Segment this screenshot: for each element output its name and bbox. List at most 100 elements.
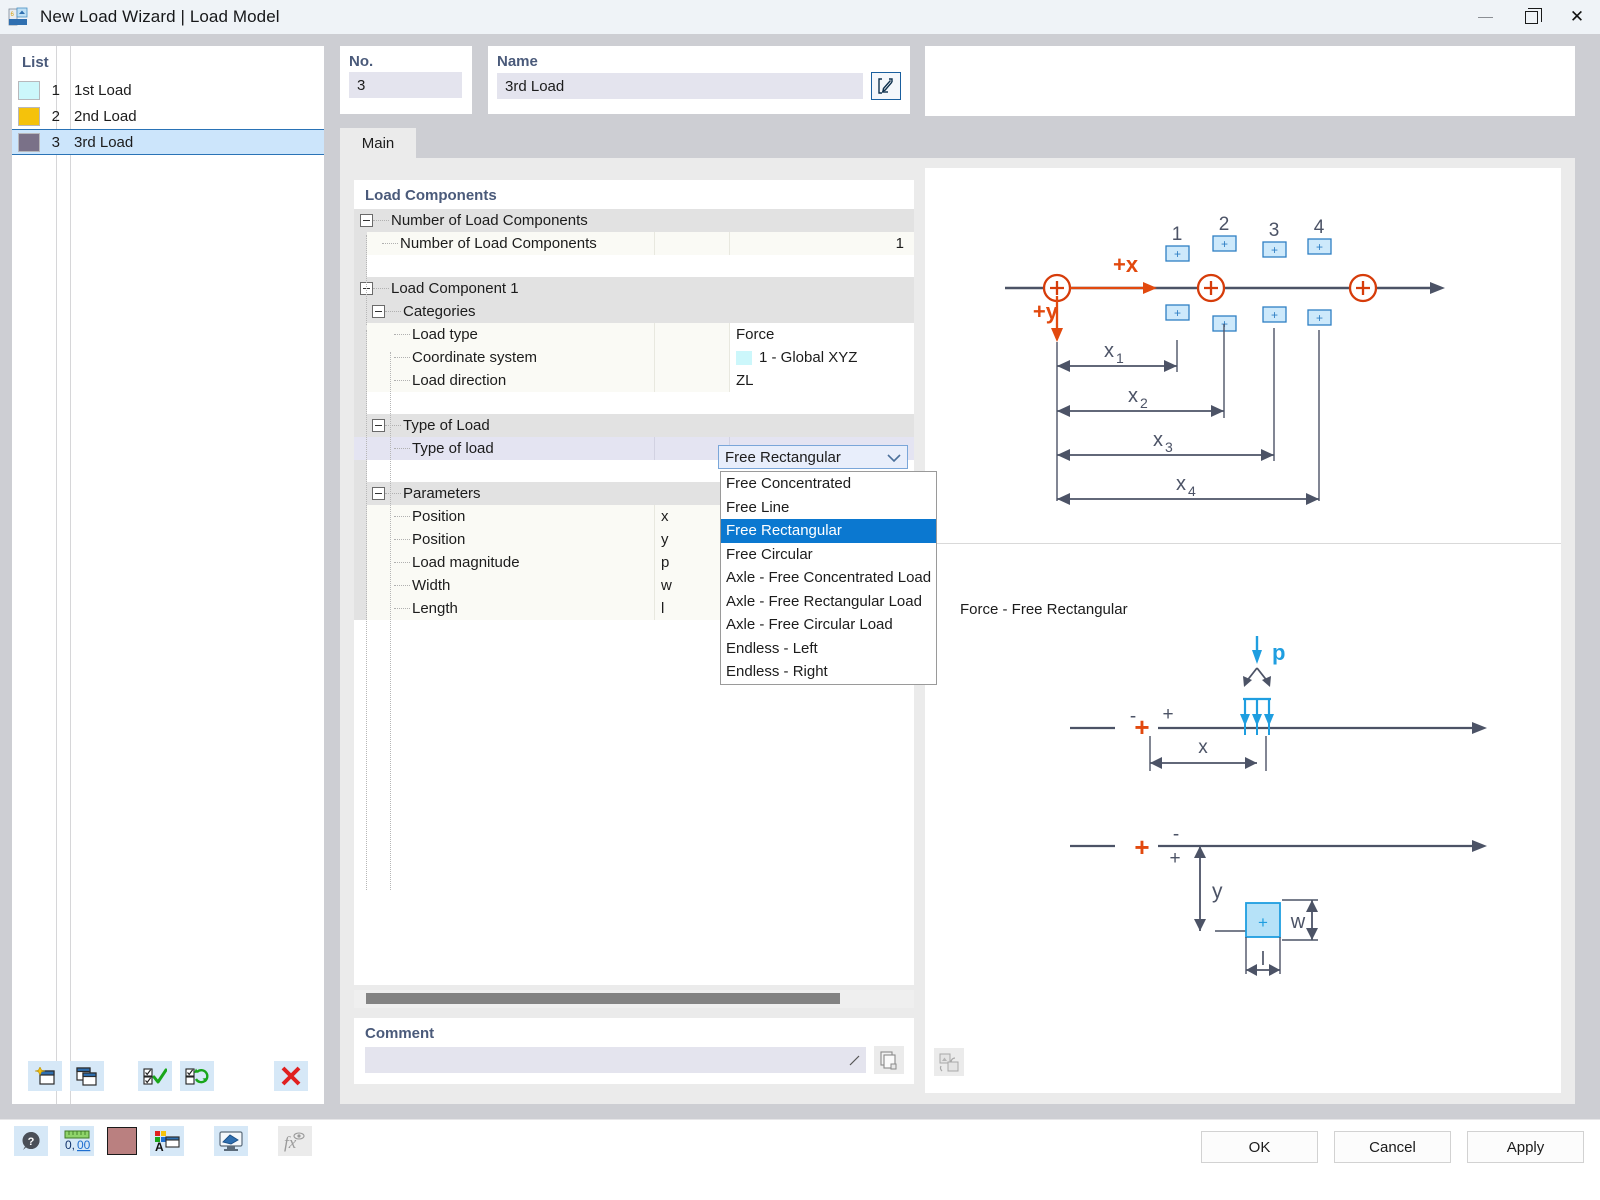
collapse-icon[interactable] [372, 419, 385, 432]
tree-row-value[interactable]: Force [729, 323, 914, 346]
tab-main-label: Main [361, 134, 395, 152]
dropdown-option[interactable]: Free Circular [721, 543, 936, 567]
collapse-icon[interactable] [372, 487, 385, 500]
units-button[interactable]: 0, 00 [60, 1126, 94, 1156]
name-edit-button[interactable] [871, 72, 901, 100]
cancel-button[interactable]: Cancel [1334, 1131, 1451, 1163]
tree-group-row[interactable]: Type of Load [354, 414, 914, 437]
tree-row-value-text: ZL [736, 372, 754, 389]
comment-copy-button[interactable] [874, 1046, 904, 1074]
tree-row-value[interactable]: ZL [729, 369, 914, 392]
node-number: 3 [1269, 220, 1280, 241]
tab-main[interactable]: Main [340, 128, 416, 158]
dimension-label: x [1176, 473, 1186, 495]
type-of-load-selected-value: Free Rectangular [725, 448, 841, 466]
svg-text:+: + [1174, 306, 1181, 320]
tree-group-row[interactable]: Number of Load Components [354, 209, 914, 232]
tree-leaf-row[interactable]: Number of Load Components 1 [354, 232, 914, 255]
type-of-load-dropdown-list[interactable]: Free Concentrated Free Line Free Rectang… [720, 471, 937, 685]
list-rows: 1 1st Load 2 2nd Load 3 3rd Load [12, 77, 324, 155]
list-item[interactable]: 2 2nd Load [12, 103, 324, 129]
name-input[interactable]: 3rd Load [497, 73, 863, 99]
node-number: 2 [1219, 214, 1230, 235]
tree-row-label: Load type [412, 326, 478, 343]
units-ruler-icon: 0, 00 [63, 1130, 91, 1152]
dropdown-option[interactable]: Endless - Left [721, 637, 936, 661]
select-all-button[interactable] [138, 1061, 172, 1091]
copy-item-button[interactable] [70, 1061, 104, 1091]
tree-guide [394, 562, 410, 563]
tree-guide-line [390, 352, 391, 890]
display-properties-button[interactable]: A [150, 1126, 184, 1156]
list-item-label: 1st Load [74, 81, 132, 99]
red-x-icon [280, 1066, 302, 1086]
dimension-label: x [1104, 340, 1114, 362]
collapse-icon[interactable] [360, 214, 373, 227]
tree-guide [373, 220, 389, 221]
bottom-toolbar: ? 0, 00 A fx [14, 1126, 312, 1156]
tree-group-row[interactable]: Categories [354, 300, 914, 323]
tree-row-value[interactable]: 1 - Global XYZ [729, 346, 914, 369]
tree-row-symbol: l [654, 597, 729, 620]
tree-leaf-row[interactable]: Load type Force [354, 323, 914, 346]
dimension-label: x [1153, 429, 1163, 451]
tree-guide [394, 608, 410, 609]
tree-row-label: Coordinate system [412, 349, 538, 366]
close-icon[interactable]: ✕ [1554, 0, 1600, 34]
chevron-down-icon[interactable] [887, 446, 901, 470]
dropdown-option[interactable]: Axle - Free Concentrated Load [721, 566, 936, 590]
invert-selection-button[interactable] [180, 1061, 214, 1091]
tree-guide [394, 448, 410, 449]
collapse-icon[interactable] [372, 305, 385, 318]
tree-leaf-row[interactable]: Coordinate system 1 - Global XYZ [354, 346, 914, 369]
tree-leaf-row[interactable]: Load direction ZL [354, 369, 914, 392]
number-input[interactable]: 3 [349, 72, 462, 98]
apply-button[interactable]: Apply [1467, 1131, 1584, 1163]
delete-item-button[interactable] [274, 1061, 308, 1091]
new-item-button[interactable] [28, 1061, 62, 1091]
y-dimension-label: y [1212, 880, 1223, 903]
minimize-button[interactable] [1462, 0, 1508, 34]
title-bar: 6 New Load Wizard | Load Model ✕ [0, 0, 1600, 34]
comment-input[interactable] [365, 1047, 866, 1073]
help-button[interactable]: ? [14, 1126, 48, 1156]
graphic-caption: Force - Free Rectangular [960, 601, 1128, 618]
axis-label-x: +x [1113, 252, 1139, 277]
formula-button[interactable]: fx [278, 1126, 312, 1156]
content-panel: Load Components Number of Load Component… [340, 158, 1575, 1104]
tree-spacer-row [354, 392, 914, 414]
graphic-swap-button[interactable] [934, 1048, 964, 1076]
list-item[interactable]: 3 3rd Load [12, 129, 324, 155]
svg-text:+: + [1271, 308, 1278, 322]
dropdown-option[interactable]: Axle - Free Rectangular Load [721, 590, 936, 614]
name-panel: Name 3rd Load [488, 46, 910, 114]
maximize-button[interactable] [1508, 0, 1554, 34]
color-button[interactable] [106, 1126, 138, 1156]
dropdown-option[interactable]: Free Line [721, 496, 936, 520]
sign-plus-2: + [1169, 848, 1180, 869]
tree-group-row[interactable]: Load Component 1 [354, 277, 914, 300]
dropdown-option[interactable]: Axle - Free Circular Load [721, 613, 936, 637]
list-item[interactable]: 1 1st Load [12, 77, 324, 103]
tree-row-label: Categories [403, 303, 476, 320]
tree-row-value[interactable]: 1 [729, 232, 914, 255]
type-of-load-combobox[interactable]: Free Rectangular [718, 445, 908, 469]
list-item-number: 2 [51, 107, 60, 125]
dropdown-option-selected[interactable]: Free Rectangular [721, 519, 936, 543]
svg-text:+: + [1316, 311, 1323, 325]
ok-button[interactable]: OK [1201, 1131, 1318, 1163]
dropdown-option[interactable]: Endless - Right [721, 660, 936, 684]
dropdown-option[interactable]: Free Concentrated [721, 472, 936, 496]
resize-handle-icon[interactable] [849, 1055, 860, 1066]
tree-row-value [729, 300, 914, 323]
tree-guide [382, 243, 398, 244]
sign-plus: + [1162, 704, 1173, 725]
tree-hscrollbar-thumb[interactable] [366, 993, 840, 1004]
tree-row-symbol [654, 346, 729, 369]
svg-text:+: + [1221, 237, 1228, 251]
tree-row-symbol [654, 414, 729, 437]
origin-plus-2: + [1134, 832, 1149, 862]
comment-row [365, 1046, 904, 1074]
render-button[interactable] [214, 1126, 248, 1156]
list-item-label: 2nd Load [74, 107, 137, 125]
